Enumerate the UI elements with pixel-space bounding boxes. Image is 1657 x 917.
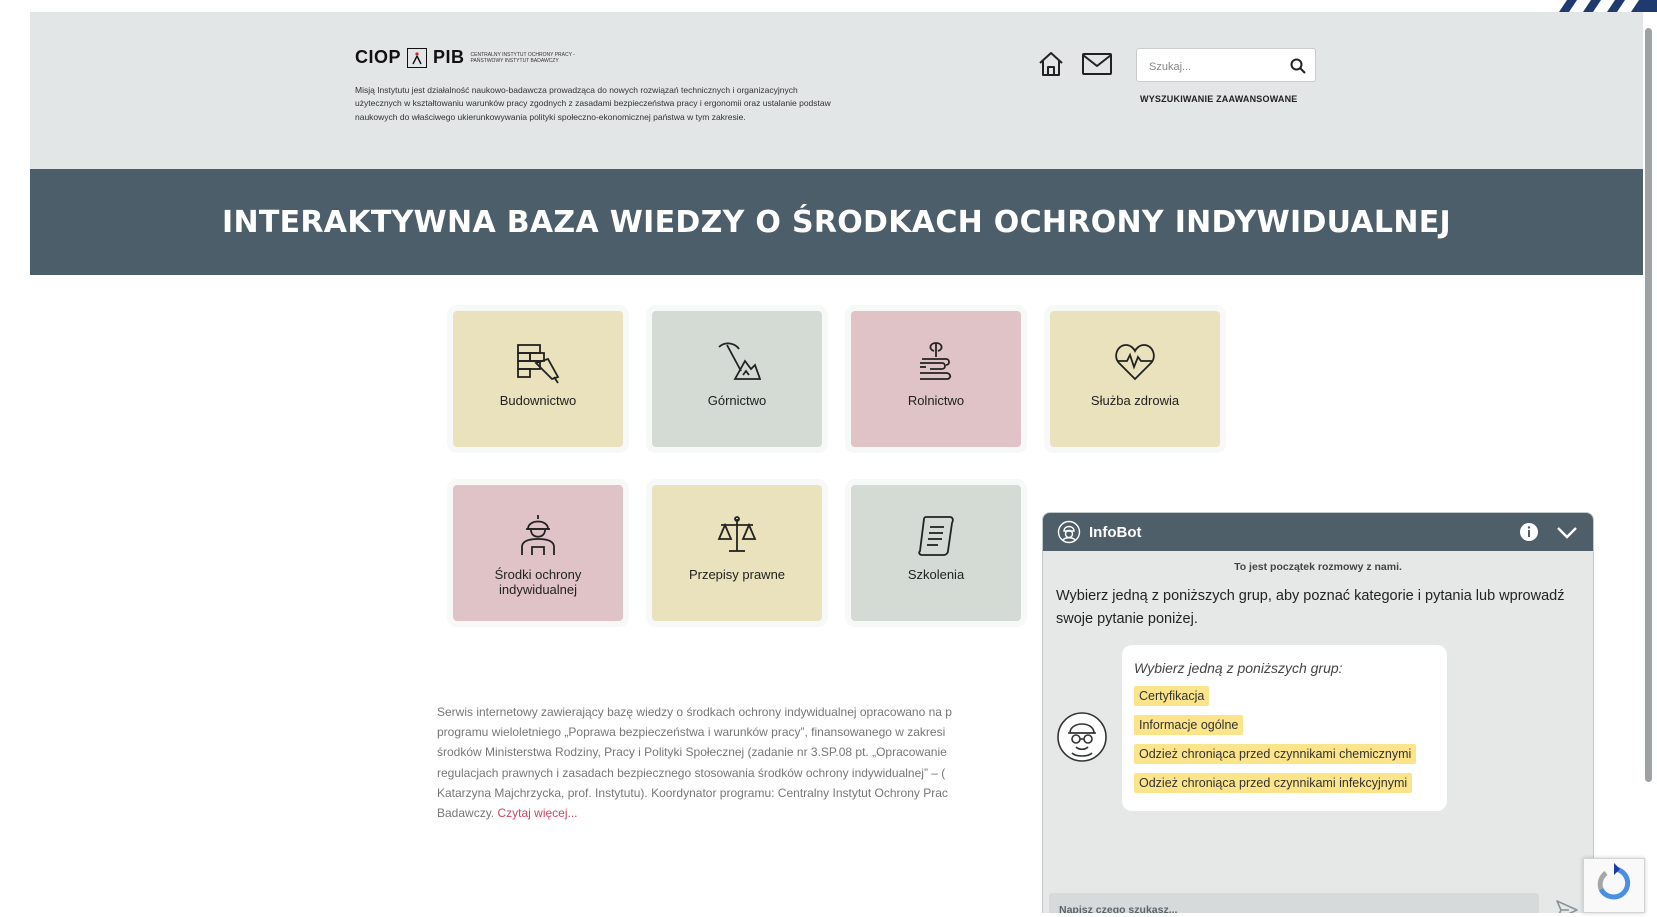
tile-szkolenia[interactable]: Szkolenia [851, 485, 1021, 621]
tile-label: Górnictwo [707, 393, 767, 408]
hand-plant-icon [920, 342, 952, 380]
chat-title: InfoBot [1089, 523, 1142, 541]
tile-label: Przepisy prawne [688, 567, 786, 582]
option-chip-informacje-ogolne[interactable]: Informacje ogólne [1134, 715, 1244, 735]
chat-message-input[interactable] [1049, 893, 1539, 913]
description-line: regulacjach prawnych i zasadach bezpiecz… [437, 765, 946, 780]
service-description: Serwis internetowy zawierający bazę wied… [437, 702, 967, 823]
recaptcha-icon [1597, 863, 1631, 900]
search-box [1136, 48, 1316, 82]
chat-input-bar [1043, 889, 1593, 913]
chevron-down-icon[interactable] [1555, 522, 1579, 542]
read-more-link[interactable]: Czytaj więcej... [497, 806, 577, 820]
tile-label: Służba zdrowia [1090, 393, 1180, 408]
option-chip-odziez-infekcyjna[interactable]: Odzież chroniąca przed czynnikami infekc… [1134, 773, 1413, 793]
bricks-trowel-icon [517, 344, 560, 384]
tile-rolnictwo[interactable]: Rolnictwo [851, 311, 1021, 447]
mail-icon[interactable] [1081, 48, 1113, 80]
title-banner: INTERAKTYWNA BAZA WIEDZY O ŚRODKACH OCHR… [30, 169, 1643, 275]
bot-avatar-icon [1057, 520, 1081, 544]
header-icons [1035, 48, 1113, 80]
option-chip-certyfikacja[interactable]: Certyfikacja [1134, 686, 1210, 706]
advanced-search-link[interactable]: WYSZUKIWANIE ZAAWANSOWANE [1140, 94, 1298, 104]
home-icon[interactable] [1035, 48, 1067, 80]
tile-srodki-ochrony[interactable]: Środki ochrony indywidualnej [453, 485, 623, 621]
ciop-pib-logo[interactable]: CIOP PIB Centralny Instytut Ochrony Prac… [355, 47, 591, 68]
info-icon[interactable] [1519, 522, 1539, 542]
tile-label: Rolnictwo [907, 393, 965, 408]
description-line: Badawczy. [437, 806, 495, 821]
tile-label: Budownictwo [499, 393, 577, 408]
page-scrollbar-thumb[interactable] [1645, 28, 1652, 782]
search-icon[interactable] [1287, 55, 1309, 77]
scroll-icon [918, 516, 954, 556]
recaptcha-badge[interactable] [1583, 858, 1645, 913]
infobot-chat-window: InfoBot To jest początek rozmowy z nami.… [1042, 512, 1594, 913]
chat-intro-message: Wybierz jedną z poniższych grup, aby poz… [1056, 588, 1565, 627]
description-line: Serwis internetowy zawierający bazę wied… [437, 705, 952, 719]
scales-icon [717, 516, 757, 552]
corner-decoration [1559, 0, 1657, 12]
site-header: CIOP PIB Centralny Instytut Ochrony Prac… [30, 12, 1643, 169]
group-options-bubble: Wybierz jedną z poniższych grup: Certyfi… [1122, 645, 1447, 811]
description-line: Katarzyna Majchrzycka, prof. Instytutu).… [437, 785, 948, 800]
description-line: środków Ministerstwa Rodziny, Pracy i Po… [437, 745, 947, 760]
conversation-start-note: To jest początek rozmowy z nami. [1234, 561, 1402, 573]
options-prompt: Wybierz jedną z poniższych grup: [1134, 660, 1343, 676]
tile-label: Szkolenia [907, 567, 965, 582]
send-icon[interactable] [1555, 899, 1579, 913]
logo-text-ciop: CIOP [355, 47, 402, 67]
logo-text-pib: PIB [433, 47, 465, 67]
tile-budownictwo[interactable]: Budownictwo [453, 311, 623, 447]
heart-pulse-icon [1115, 344, 1155, 381]
description-line: programu wieloletniego „Poprawa bezpiecz… [437, 725, 946, 740]
mission-text: Misją Instytutu jest działalność naukowo… [355, 84, 831, 122]
search-input[interactable] [1147, 57, 1281, 77]
tile-sluzba-zdrowia[interactable]: Służba zdrowia [1050, 311, 1220, 447]
tile-przepisy-prawne[interactable]: Przepisy prawne [652, 485, 822, 621]
option-chip-odziez-chemiczna[interactable]: Odzież chroniąca przed czynnikami chemic… [1134, 744, 1417, 764]
tile-label: Środki ochrony indywidualnej [494, 567, 582, 597]
logo-mark-icon [407, 47, 428, 68]
bot-face-icon [1057, 712, 1107, 762]
logo-subtitle: Centralny Instytut Ochrony Pracy - Państ… [470, 51, 575, 64]
page-viewport: CIOP PIB Centralny Instytut Ochrony Prac… [30, 12, 1643, 913]
tile-gornictwo[interactable]: Górnictwo [652, 311, 822, 447]
pickaxe-mountain-icon [718, 342, 761, 380]
chat-header: InfoBot [1043, 513, 1593, 551]
worker-helmet-icon [521, 515, 555, 555]
page-title: INTERAKTYWNA BAZA WIEDZY O ŚRODKACH OCHR… [221, 204, 1451, 240]
